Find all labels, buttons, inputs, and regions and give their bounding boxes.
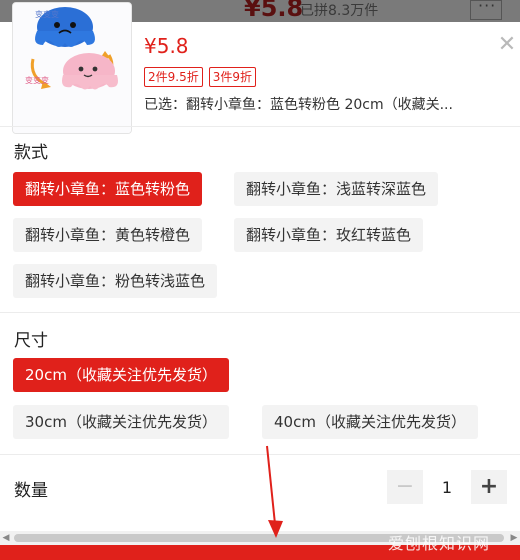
background-price: ¥5.8 — [244, 0, 304, 22]
thumbnail-caption-bottom: 变变变 — [25, 75, 49, 85]
product-price: ¥5.8 — [144, 34, 189, 58]
style-option-lightblue-to-darkblue[interactable]: 翻转小章鱼：浅蓝转深蓝色 — [234, 172, 439, 206]
decrease-button[interactable]: − — [387, 470, 423, 504]
increase-button[interactable]: + — [471, 470, 507, 504]
sku-selector-sheet: 变变变 变变变 ✕ ¥5.8 2件9.5折 3件9折 已选：翻转小章鱼：蓝色转粉… — [0, 2, 520, 560]
scroll-right-icon[interactable]: ▶ — [508, 531, 520, 545]
more-icon: ··· — [478, 0, 497, 15]
quantity-label: 数量 — [14, 481, 48, 501]
quantity-value: 1 — [441, 477, 453, 497]
promo-tag: 2件9.5折 — [144, 67, 203, 87]
style-option-blue-to-pink[interactable]: 翻转小章鱼：蓝色转粉色 — [13, 172, 203, 206]
watermark: 爱刨根知识网 — [388, 534, 491, 553]
size-option-20cm[interactable]: 20cm（收藏关注优先发货） — [13, 358, 229, 392]
selected-summary: 已选：翻转小章鱼：蓝色转粉色 20cm（收藏关... — [144, 97, 453, 113]
scroll-left-icon[interactable]: ◀ — [0, 531, 12, 545]
octopus-image: 变变变 变变变 — [13, 3, 131, 133]
style-section-title: 款式 — [14, 143, 48, 163]
size-section-title: 尺寸 — [14, 331, 48, 351]
divider — [0, 126, 520, 127]
quantity-stepper: − 1 + — [387, 470, 507, 504]
close-icon[interactable]: ✕ — [496, 34, 518, 56]
divider — [0, 312, 520, 313]
size-option-40cm[interactable]: 40cm（收藏关注优先发货） — [262, 405, 478, 439]
promo-tag: 3件9折 — [208, 67, 257, 87]
style-option-pink-to-lightblue[interactable]: 翻转小章鱼：粉色转浅蓝色 — [13, 264, 218, 298]
background-sold-count: 已拼8.3万件 — [300, 3, 379, 19]
thumbnail-caption-top: 变变变 — [35, 9, 59, 19]
size-option-30cm[interactable]: 30cm（收藏关注优先发货） — [13, 405, 229, 439]
divider — [0, 454, 520, 455]
style-option-rose-to-blue[interactable]: 翻转小章鱼：玫红转蓝色 — [234, 218, 424, 252]
promo-tags: 2件9.5折 3件9折 — [144, 67, 257, 87]
style-option-yellow-to-orange[interactable]: 翻转小章鱼：黄色转橙色 — [13, 218, 203, 252]
product-thumbnail: 变变变 变变变 — [12, 2, 132, 134]
